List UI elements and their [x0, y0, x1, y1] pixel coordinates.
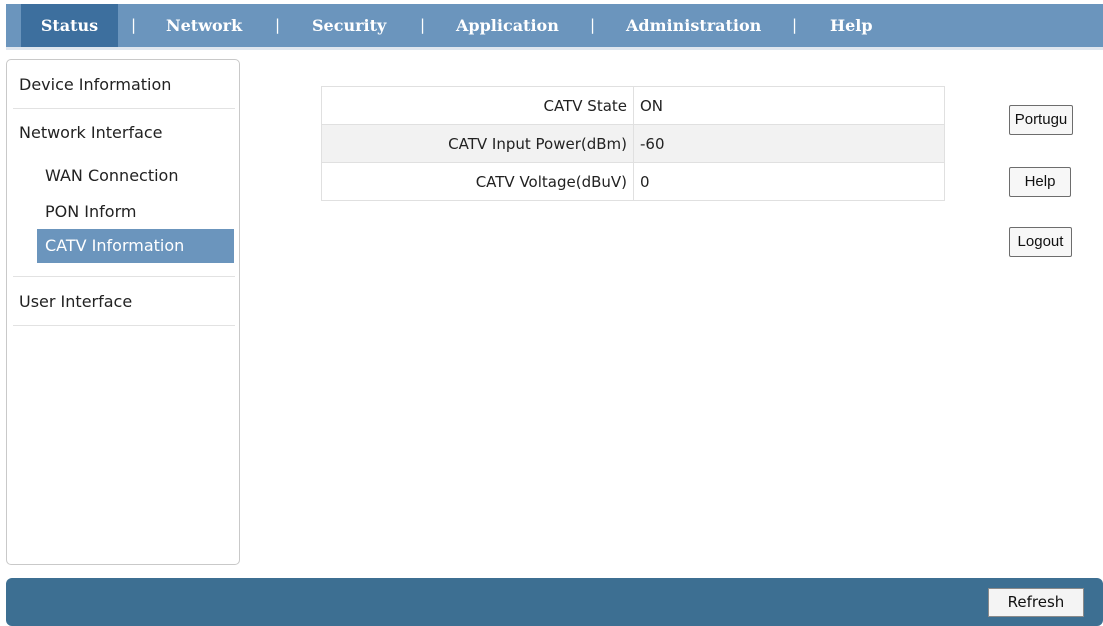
footer-bar: Refresh — [6, 578, 1103, 626]
sidebar-item-device-information[interactable]: Device Information — [19, 75, 171, 94]
catv-state-label: CATV State — [321, 86, 634, 125]
table-row: CATV Voltage(dBuV) 0 — [321, 162, 945, 201]
language-button[interactable]: Portugu — [1009, 105, 1073, 135]
nav-tab-security[interactable]: Security — [312, 4, 386, 47]
sidebar-subitem-pon-inform[interactable]: PON Inform — [45, 202, 136, 221]
sidebar-divider — [13, 108, 235, 109]
catv-input-power-value: -60 — [633, 124, 945, 163]
catv-input-power-label: CATV Input Power(dBm) — [321, 124, 634, 163]
sidebar-item-user-interface[interactable]: User Interface — [19, 292, 132, 311]
nav-separator: | — [590, 16, 596, 34]
sidebar-item-network-interface[interactable]: Network Interface — [19, 123, 163, 142]
refresh-button[interactable]: Refresh — [988, 588, 1084, 617]
nav-tab-application[interactable]: Application — [456, 4, 559, 47]
top-navigation-bar: Status | Network | Security | Applicatio… — [6, 4, 1103, 50]
nav-tab-administration[interactable]: Administration — [626, 4, 761, 47]
catv-info-table: CATV State ON CATV Input Power(dBm) -60 … — [321, 86, 945, 201]
sidebar-divider — [13, 325, 235, 326]
nav-tab-help[interactable]: Help — [830, 4, 873, 47]
sidebar-subitem-wan-connection[interactable]: WAN Connection — [45, 166, 178, 185]
nav-separator: | — [420, 16, 426, 34]
sidebar-subitem-catv-information[interactable]: CATV Information — [37, 229, 234, 263]
catv-state-value: ON — [633, 86, 945, 125]
sidebar: Device Information Network Interface WAN… — [6, 59, 240, 565]
logout-button[interactable]: Logout — [1009, 227, 1072, 257]
nav-separator: | — [792, 16, 798, 34]
nav-separator: | — [131, 16, 137, 34]
catv-voltage-value: 0 — [633, 162, 945, 201]
table-row: CATV Input Power(dBm) -60 — [321, 124, 945, 163]
catv-voltage-label: CATV Voltage(dBuV) — [321, 162, 634, 201]
nav-separator: | — [275, 16, 281, 34]
help-button[interactable]: Help — [1009, 167, 1071, 197]
sidebar-divider — [13, 276, 235, 277]
nav-tab-network[interactable]: Network — [166, 4, 242, 47]
nav-tab-status[interactable]: Status — [21, 4, 118, 47]
table-row: CATV State ON — [321, 86, 945, 125]
